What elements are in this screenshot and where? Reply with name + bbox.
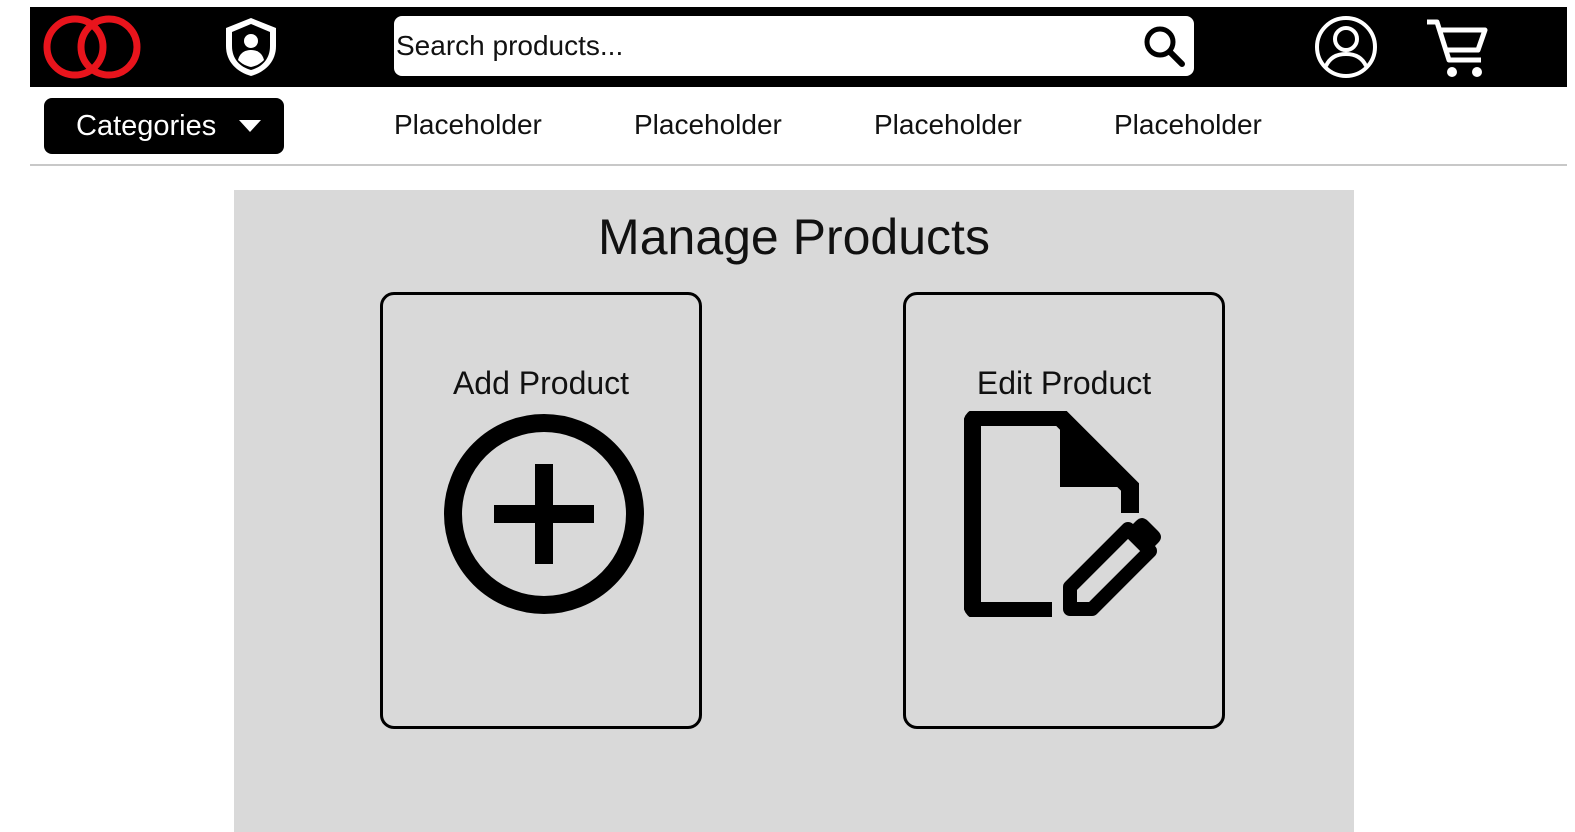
logo-icon[interactable]: [42, 13, 142, 81]
shield-user-icon[interactable]: [218, 14, 284, 80]
header-bar: [30, 7, 1567, 87]
search-icon[interactable]: [1140, 22, 1188, 70]
page-title: Manage Products: [598, 209, 990, 265]
shopping-cart-icon[interactable]: [1423, 14, 1493, 80]
add-product-card[interactable]: Add Product: [380, 292, 702, 729]
categories-label: Categories: [76, 109, 217, 142]
edit-product-card[interactable]: Edit Product: [903, 292, 1225, 729]
search-bar: [394, 16, 1194, 76]
add-product-label: Add Product: [452, 365, 630, 401]
user-account-icon[interactable]: [1313, 14, 1379, 80]
file-edit-icon: [964, 411, 1161, 617]
edit-product-label: Edit Product: [976, 365, 1152, 401]
nav-link-3[interactable]: Placeholder: [874, 109, 1022, 141]
nav-link-2[interactable]: Placeholder: [634, 109, 782, 141]
add-circle-icon: [444, 414, 644, 614]
caret-down-icon: [239, 120, 262, 132]
category-nav: Categories Placeholder Placeholder Place…: [30, 87, 1567, 166]
search-input[interactable]: [396, 24, 1116, 68]
categories-dropdown-button[interactable]: Categories: [44, 98, 284, 154]
manage-products-panel: Manage Products Add Product Edit Product: [234, 190, 1354, 832]
nav-link-4[interactable]: Placeholder: [1114, 109, 1262, 141]
nav-link-1[interactable]: Placeholder: [394, 109, 542, 141]
